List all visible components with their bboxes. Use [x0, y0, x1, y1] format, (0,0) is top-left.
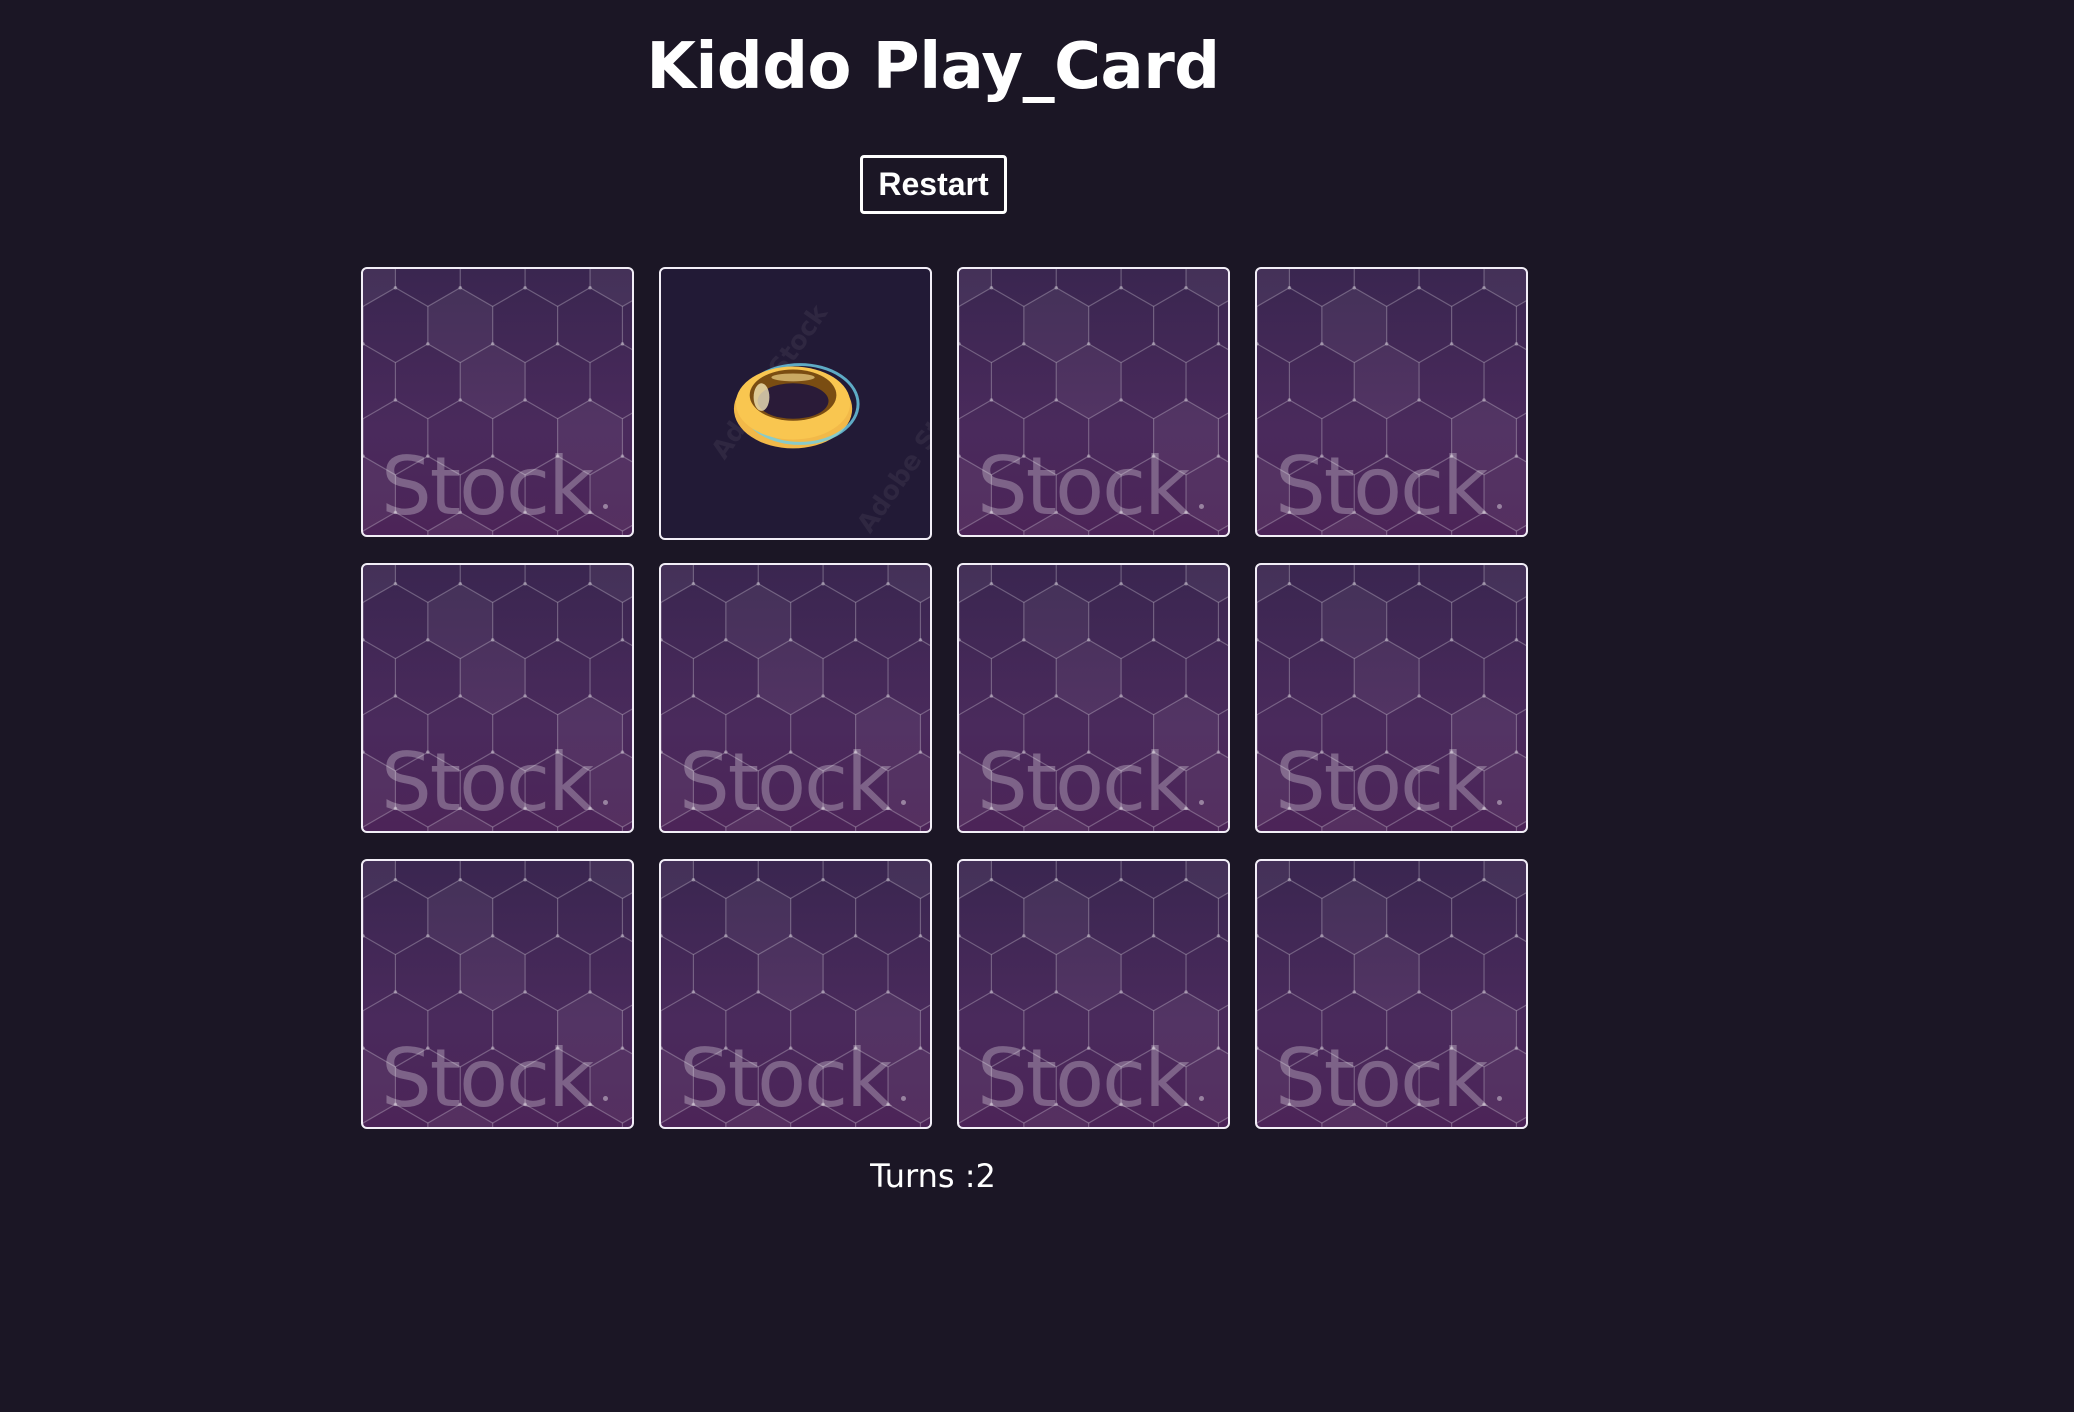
card-watermark: Stock [381, 440, 594, 533]
card-watermark: Stock [1275, 736, 1488, 829]
card-watermark: Stock [381, 1032, 594, 1125]
card-watermark: Stock [977, 1032, 1190, 1125]
watermark-dot [603, 1096, 608, 1101]
watermark-dot [603, 504, 608, 509]
card-grid: Stock Adobe Stock Adobe Stock Stock Stoc… [361, 267, 1528, 1129]
restart-button[interactable]: Restart [860, 155, 1007, 214]
watermark-dot [603, 800, 608, 805]
card-back[interactable]: Stock [659, 563, 932, 833]
turns-value: 2 [975, 1157, 996, 1195]
card-watermark: Stock [679, 1032, 892, 1125]
card-back[interactable]: Stock [1255, 563, 1528, 833]
card-back[interactable]: Stock [1255, 267, 1528, 537]
card-watermark: Stock [977, 736, 1190, 829]
card-watermark: Adobe Stock [851, 373, 930, 538]
card-watermark: Stock [1275, 440, 1488, 533]
turns-label: Turns : [870, 1157, 976, 1195]
card-watermark: Stock [679, 736, 892, 829]
card-back[interactable]: Stock [361, 267, 634, 537]
watermark-dot [1199, 800, 1204, 805]
watermark-dot [1199, 504, 1204, 509]
watermark-dot [901, 800, 906, 805]
card-back[interactable]: Stock [957, 267, 1230, 537]
card-back[interactable]: Stock [957, 563, 1230, 833]
watermark-dot [1199, 1096, 1204, 1101]
turns-counter: Turns :2 [0, 1157, 1866, 1195]
page-title: Kiddo Play_Card [646, 30, 1220, 104]
card-face-up[interactable]: Adobe Stock Adobe Stock [659, 267, 932, 540]
card-back[interactable]: Stock [957, 859, 1230, 1129]
watermark-dot [1497, 504, 1502, 509]
card-watermark: Stock [1275, 1032, 1488, 1125]
watermark-dot [901, 1096, 906, 1101]
card-back[interactable]: Stock [361, 563, 634, 833]
card-back[interactable]: Stock [361, 859, 634, 1129]
watermark-dot [1497, 800, 1502, 805]
card-watermark: Stock [381, 736, 594, 829]
card-back[interactable]: Stock [659, 859, 932, 1129]
card-back[interactable]: Stock [1255, 859, 1528, 1129]
gold-ring-icon: Adobe Stock Adobe Stock [706, 299, 930, 538]
watermark-dot [1497, 1096, 1502, 1101]
card-watermark: Stock [977, 440, 1190, 533]
